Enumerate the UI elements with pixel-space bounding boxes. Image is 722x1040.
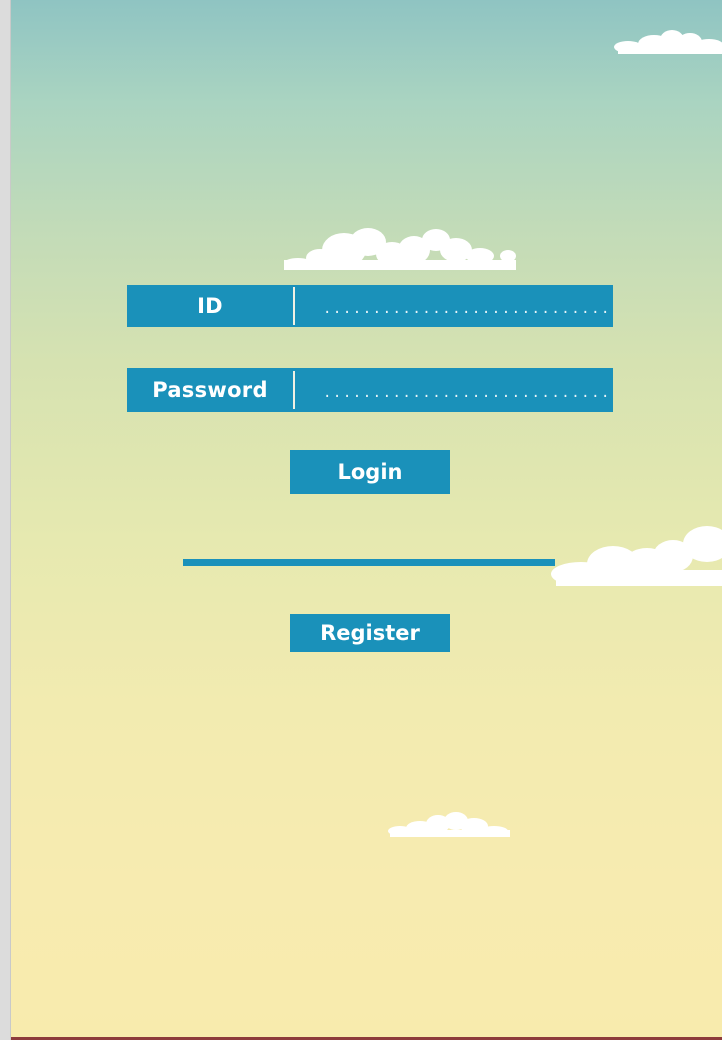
cloud-icon [614, 30, 722, 54]
id-input[interactable] [295, 285, 613, 327]
sky-background: ID Password Login Register [11, 0, 722, 1037]
id-label: ID [197, 294, 223, 318]
login-button[interactable]: Login [290, 450, 450, 494]
id-field-row: ID [127, 285, 613, 327]
password-field-row: Password [127, 368, 613, 412]
window-edge [0, 0, 11, 1040]
password-label: Password [152, 378, 268, 402]
cloud-icon [284, 228, 516, 270]
cloud-icon [388, 812, 510, 837]
register-button[interactable]: Register [290, 614, 450, 652]
divider [183, 559, 555, 566]
password-input[interactable] [295, 368, 613, 412]
cloud-icon [551, 526, 722, 586]
